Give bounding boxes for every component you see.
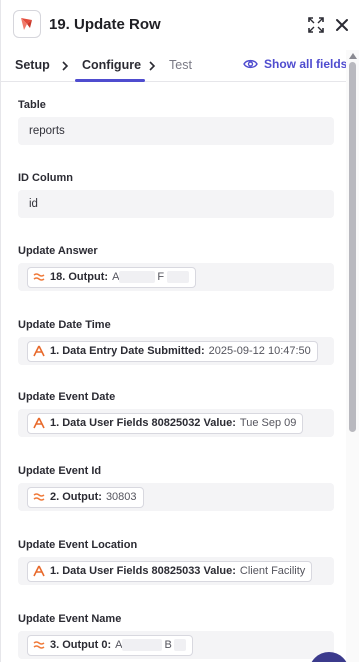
trigger-app-icon (33, 565, 45, 577)
table-value: reports (29, 125, 65, 137)
update-event-date-input[interactable]: 1. Data User Fields 80825032 Value: Tue … (18, 409, 334, 437)
field-label-update-event-location: Update Event Location (18, 539, 138, 551)
formatter-icon (33, 493, 45, 501)
trigger-app-icon (33, 417, 45, 429)
id-column-value: id (29, 198, 38, 210)
field-label-update-event-id: Update Event Id (18, 465, 102, 477)
panel-header: 19. Update Row (1, 0, 359, 50)
update-event-location-input[interactable]: 1. Data User Fields 80825033 Value: Clie… (18, 557, 334, 585)
mapped-value-pill[interactable]: 1. Data Entry Date Submitted: 2025-09-12… (27, 340, 318, 362)
table-input[interactable]: reports (18, 117, 334, 145)
tab-test[interactable]: Test (169, 58, 192, 72)
mapped-value-pill[interactable]: 3. Output 0: A B (27, 634, 193, 656)
show-all-fields-button[interactable]: Show all fields (243, 57, 347, 71)
tab-configure[interactable]: Configure (82, 58, 141, 72)
formatter-icon (33, 641, 45, 649)
step-editor-panel: 19. Update Row Setup Configure Test Show… (0, 0, 359, 662)
update-date-time-input[interactable]: 1. Data Entry Date Submitted: 2025-09-12… (18, 337, 334, 365)
active-tab-indicator (75, 79, 145, 82)
mapped-value-pill[interactable]: 2. Output: 30803 (27, 486, 144, 508)
redacted-block (119, 271, 156, 283)
chevron-right-icon (149, 61, 156, 71)
chevron-right-icon (62, 61, 69, 71)
mapped-value-pill[interactable]: 18. Output: A F (27, 266, 197, 288)
mapped-value-pill[interactable]: 1. Data User Fields 80825033 Value: Clie… (27, 560, 313, 582)
tab-setup[interactable]: Setup (15, 58, 50, 72)
update-event-id-input[interactable]: 2. Output: 30803 (18, 483, 334, 511)
app-logo-icon (21, 18, 32, 30)
step-tabs: Setup Configure Test Show all fields (1, 50, 359, 82)
field-label-update-event-name: Update Event Name (18, 613, 122, 625)
redacted-block (167, 271, 190, 283)
update-event-name-input[interactable]: 3. Output 0: A B (18, 631, 334, 659)
eye-icon (243, 59, 258, 69)
update-answer-input[interactable]: 18. Output: A F (18, 263, 334, 291)
field-label-table: Table (18, 99, 46, 111)
formatter-icon (33, 273, 45, 281)
field-label-update-answer: Update Answer (18, 245, 98, 257)
field-label-update-date-time: Update Date Time (18, 319, 111, 331)
id-column-input[interactable]: id (18, 190, 334, 218)
show-all-fields-label: Show all fields (264, 57, 348, 71)
field-list: Table reports ID Column id Update Answer… (1, 83, 346, 662)
mapped-value-pill[interactable]: 1. Data User Fields 80825032 Value: Tue … (27, 412, 304, 434)
redacted-block (173, 639, 186, 651)
trigger-app-icon (33, 345, 45, 357)
field-label-update-event-date: Update Event Date (18, 391, 116, 403)
app-logo (13, 10, 41, 38)
step-title: 19. Update Row (49, 16, 161, 33)
expand-icon[interactable] (308, 17, 324, 33)
redacted-block (122, 639, 163, 651)
scrollbar-thumb[interactable] (349, 62, 356, 432)
scroll-up-arrow-icon[interactable] (348, 52, 358, 60)
field-label-id-column: ID Column (18, 172, 73, 184)
close-icon[interactable] (334, 17, 350, 33)
